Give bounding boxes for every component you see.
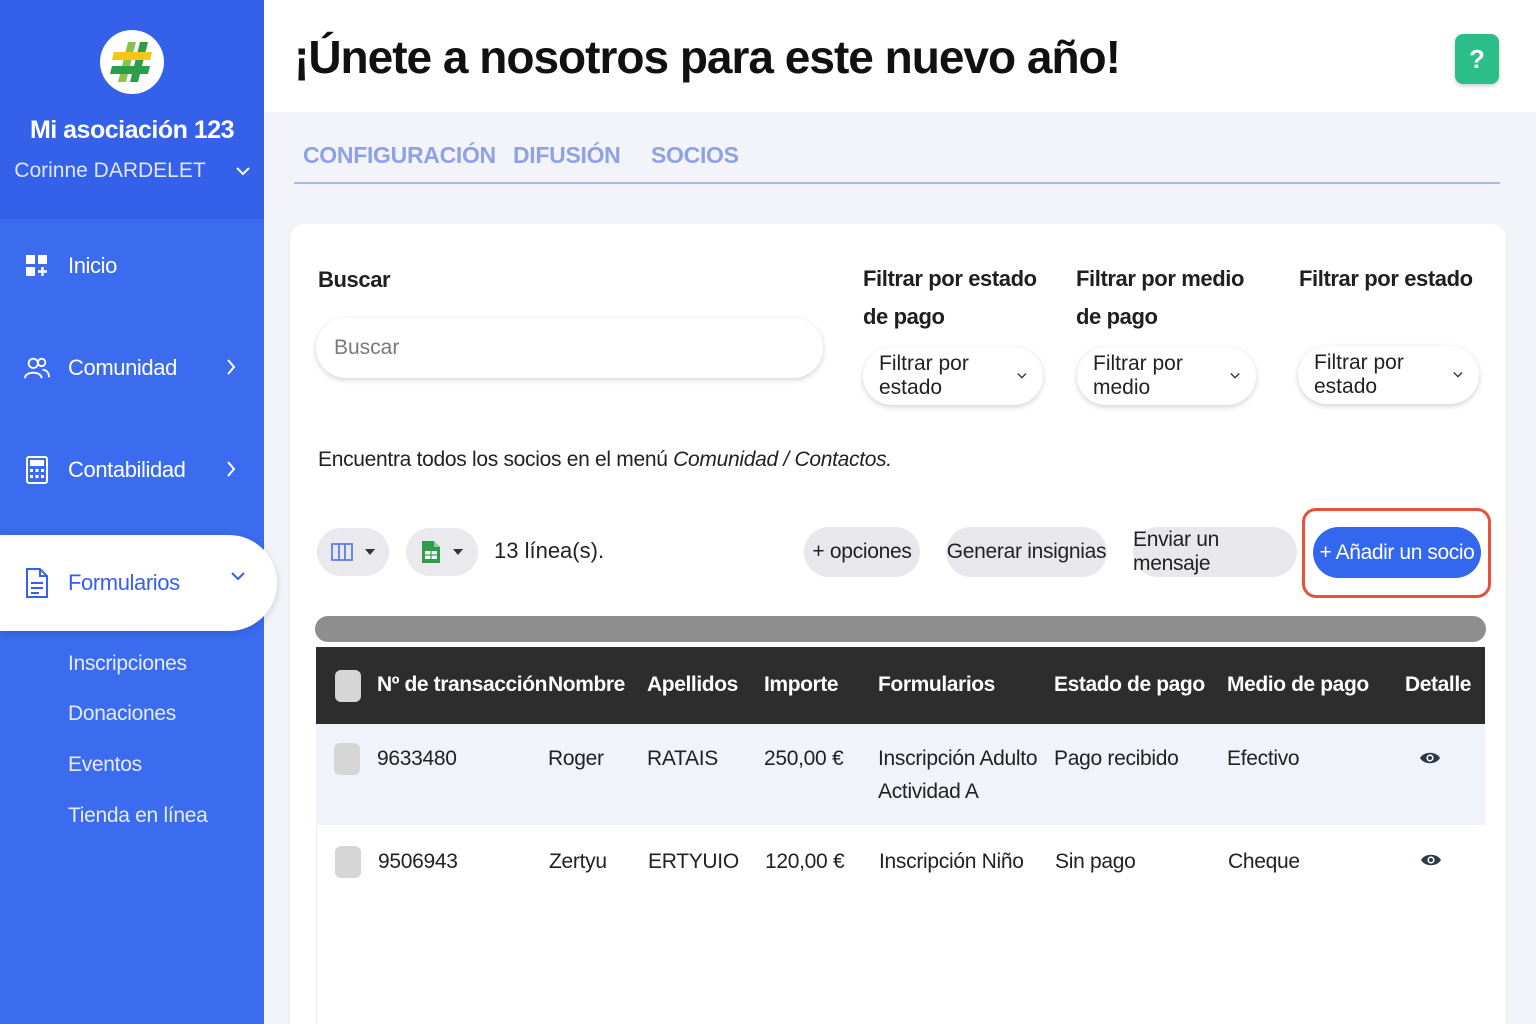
rows-count: 13 línea(s). [494, 538, 605, 563]
columns-icon [331, 543, 353, 561]
chevron-right-icon [227, 461, 236, 477]
row-checkbox[interactable] [334, 743, 360, 775]
users-icon [24, 355, 50, 381]
sidebar-subitem-tienda[interactable]: Tienda en línea [68, 804, 208, 828]
payment-method-filter-label: Filtrar por medio de pago [1076, 260, 1244, 336]
chevron-down-icon [1017, 373, 1027, 379]
document-icon [24, 568, 50, 598]
cell-surname: RATAIS [647, 747, 718, 770]
cell-payment-status: Sin pago [1055, 850, 1136, 873]
status-select[interactable]: Filtrar por estado [1298, 346, 1479, 404]
sidebar: Mi asociación 123 Corinne DARDELET Inici… [0, 0, 277, 1024]
spreadsheet-icon [422, 541, 440, 563]
cell-surname: ERTYUIO [648, 850, 739, 873]
cell-amount: 250,00 € [764, 747, 844, 770]
eye-icon[interactable] [1420, 852, 1442, 868]
row-checkbox[interactable] [335, 846, 361, 878]
sidebar-item-comunidad[interactable]: Comunidad [0, 338, 264, 398]
cell-payment-method: Cheque [1228, 850, 1300, 873]
status-filter-label: Filtrar por estado [1299, 266, 1473, 291]
caret-down-icon [365, 549, 375, 555]
tab-difusion[interactable]: DIFUSIÓN [513, 142, 621, 169]
col-amount[interactable]: Importe [764, 673, 839, 697]
form-line: Inscripción Adulto [878, 747, 1038, 770]
sidebar-item-inicio[interactable]: Inicio [0, 236, 264, 296]
table-header: Nº de transacción Nombre Apellidos Impor… [316, 647, 1485, 724]
hint-path: Comunidad / Contactos. [673, 448, 892, 471]
user-name: Corinne DARDELET [14, 159, 206, 182]
sidebar-item-label: Comunidad [68, 355, 177, 380]
cell-forms: Inscripción Niño [879, 850, 1024, 873]
cell-forms: Inscripción Adulto Actividad A [878, 742, 1038, 808]
search-input[interactable] [316, 318, 823, 378]
sidebar-item-label: Inicio [68, 253, 117, 278]
tab-bar: CONFIGURACIÓN DIFUSIÓN SOCIOS [294, 138, 1500, 184]
contacts-hint: Encuentra todos los socios en el menú Co… [318, 448, 892, 472]
page-header: ¡Únete a nosotros para este nuevo año! ? [264, 0, 1536, 112]
cell-payment-method: Efectivo [1227, 747, 1300, 770]
sidebar-item-label: Formularios [68, 570, 180, 595]
select-value: Filtrar por medio [1093, 352, 1183, 399]
generate-badges-button[interactable]: Generar insignias [946, 527, 1107, 577]
chevron-down-icon [1230, 372, 1240, 379]
help-button[interactable]: ? [1455, 34, 1499, 84]
sidebar-item-label: Contabilidad [68, 457, 186, 482]
sidebar-subitem-eventos[interactable]: Eventos [68, 753, 142, 777]
cell-amount: 120,00 € [765, 850, 845, 873]
sidebar-subitem-inscripciones[interactable]: Inscripciones [68, 652, 187, 676]
col-payment-method[interactable]: Medio de pago [1227, 673, 1369, 697]
export-button[interactable] [406, 528, 478, 576]
payment-status-select[interactable]: Filtrar por estado [863, 347, 1043, 405]
col-payment-status[interactable]: Estado de pago [1054, 673, 1205, 697]
label-line: Filtrar por estado [863, 266, 1037, 291]
label-line: Filtrar por medio [1076, 266, 1244, 291]
sidebar-item-formularios[interactable]: Formularios [0, 535, 277, 631]
horizontal-scrollbar[interactable] [315, 616, 1486, 642]
payment-method-select[interactable]: Filtrar por medio [1077, 347, 1256, 405]
dashboard-icon [24, 253, 50, 279]
select-value: Filtrar por estado [1314, 351, 1404, 398]
options-button[interactable]: + opciones [804, 527, 920, 577]
send-message-button[interactable]: Enviar un mensaje [1133, 527, 1297, 577]
table-row[interactable]: 9633480 Roger RATAIS 250,00 € Inscripció… [316, 724, 1485, 825]
form-line: Actividad A [878, 780, 979, 803]
eye-icon[interactable] [1419, 750, 1441, 766]
chevron-down-icon [235, 167, 250, 176]
org-logo-icon[interactable] [100, 30, 164, 94]
user-switcher[interactable]: Corinne DARDELET [14, 159, 250, 183]
chevron-down-icon [1453, 372, 1463, 378]
chevron-right-icon [227, 359, 236, 375]
sidebar-item-contabilidad[interactable]: Contabilidad [0, 440, 264, 500]
select-value: Filtrar por estado [879, 352, 969, 399]
col-name[interactable]: Nombre [548, 673, 625, 697]
org-name: Mi asociación 123 [29, 116, 235, 144]
col-forms[interactable]: Formularios [878, 673, 995, 697]
chevron-down-icon [231, 572, 245, 581]
label-line: de pago [863, 304, 945, 329]
cell-transaction: 9633480 [377, 747, 457, 770]
caret-down-icon [453, 549, 463, 555]
cell-transaction: 9506943 [378, 850, 458, 873]
cell-name: Roger [548, 747, 604, 770]
hint-text: Encuentra todos los socios en el menú [318, 448, 674, 471]
columns-button[interactable] [317, 528, 389, 576]
page-title: ¡Únete a nosotros para este nuevo año! [294, 31, 1121, 83]
sidebar-subitem-donaciones[interactable]: Donaciones [68, 702, 176, 726]
col-transaction[interactable]: Nº de transacción [377, 673, 547, 697]
sidebar-header: Mi asociación 123 Corinne DARDELET [0, 0, 264, 219]
col-surname[interactable]: Apellidos [647, 673, 738, 697]
payment-status-filter-label: Filtrar por estado de pago [863, 260, 1037, 336]
table-row[interactable]: 9506943 Zertyu ERTYUIO 120,00 € Inscripc… [316, 825, 1485, 1024]
tab-configuracion[interactable]: CONFIGURACIÓN [303, 142, 496, 169]
tab-socios[interactable]: SOCIOS [651, 142, 739, 169]
calculator-icon [24, 456, 50, 484]
label-line: de pago [1076, 304, 1158, 329]
select-all-checkbox[interactable] [335, 670, 361, 702]
add-member-button[interactable]: + Añadir un socio [1313, 527, 1481, 578]
cell-name: Zertyu [549, 850, 607, 873]
cell-payment-status: Pago recibido [1054, 747, 1179, 770]
search-label: Buscar [318, 267, 391, 292]
col-detail: Detalle [1405, 673, 1472, 696]
